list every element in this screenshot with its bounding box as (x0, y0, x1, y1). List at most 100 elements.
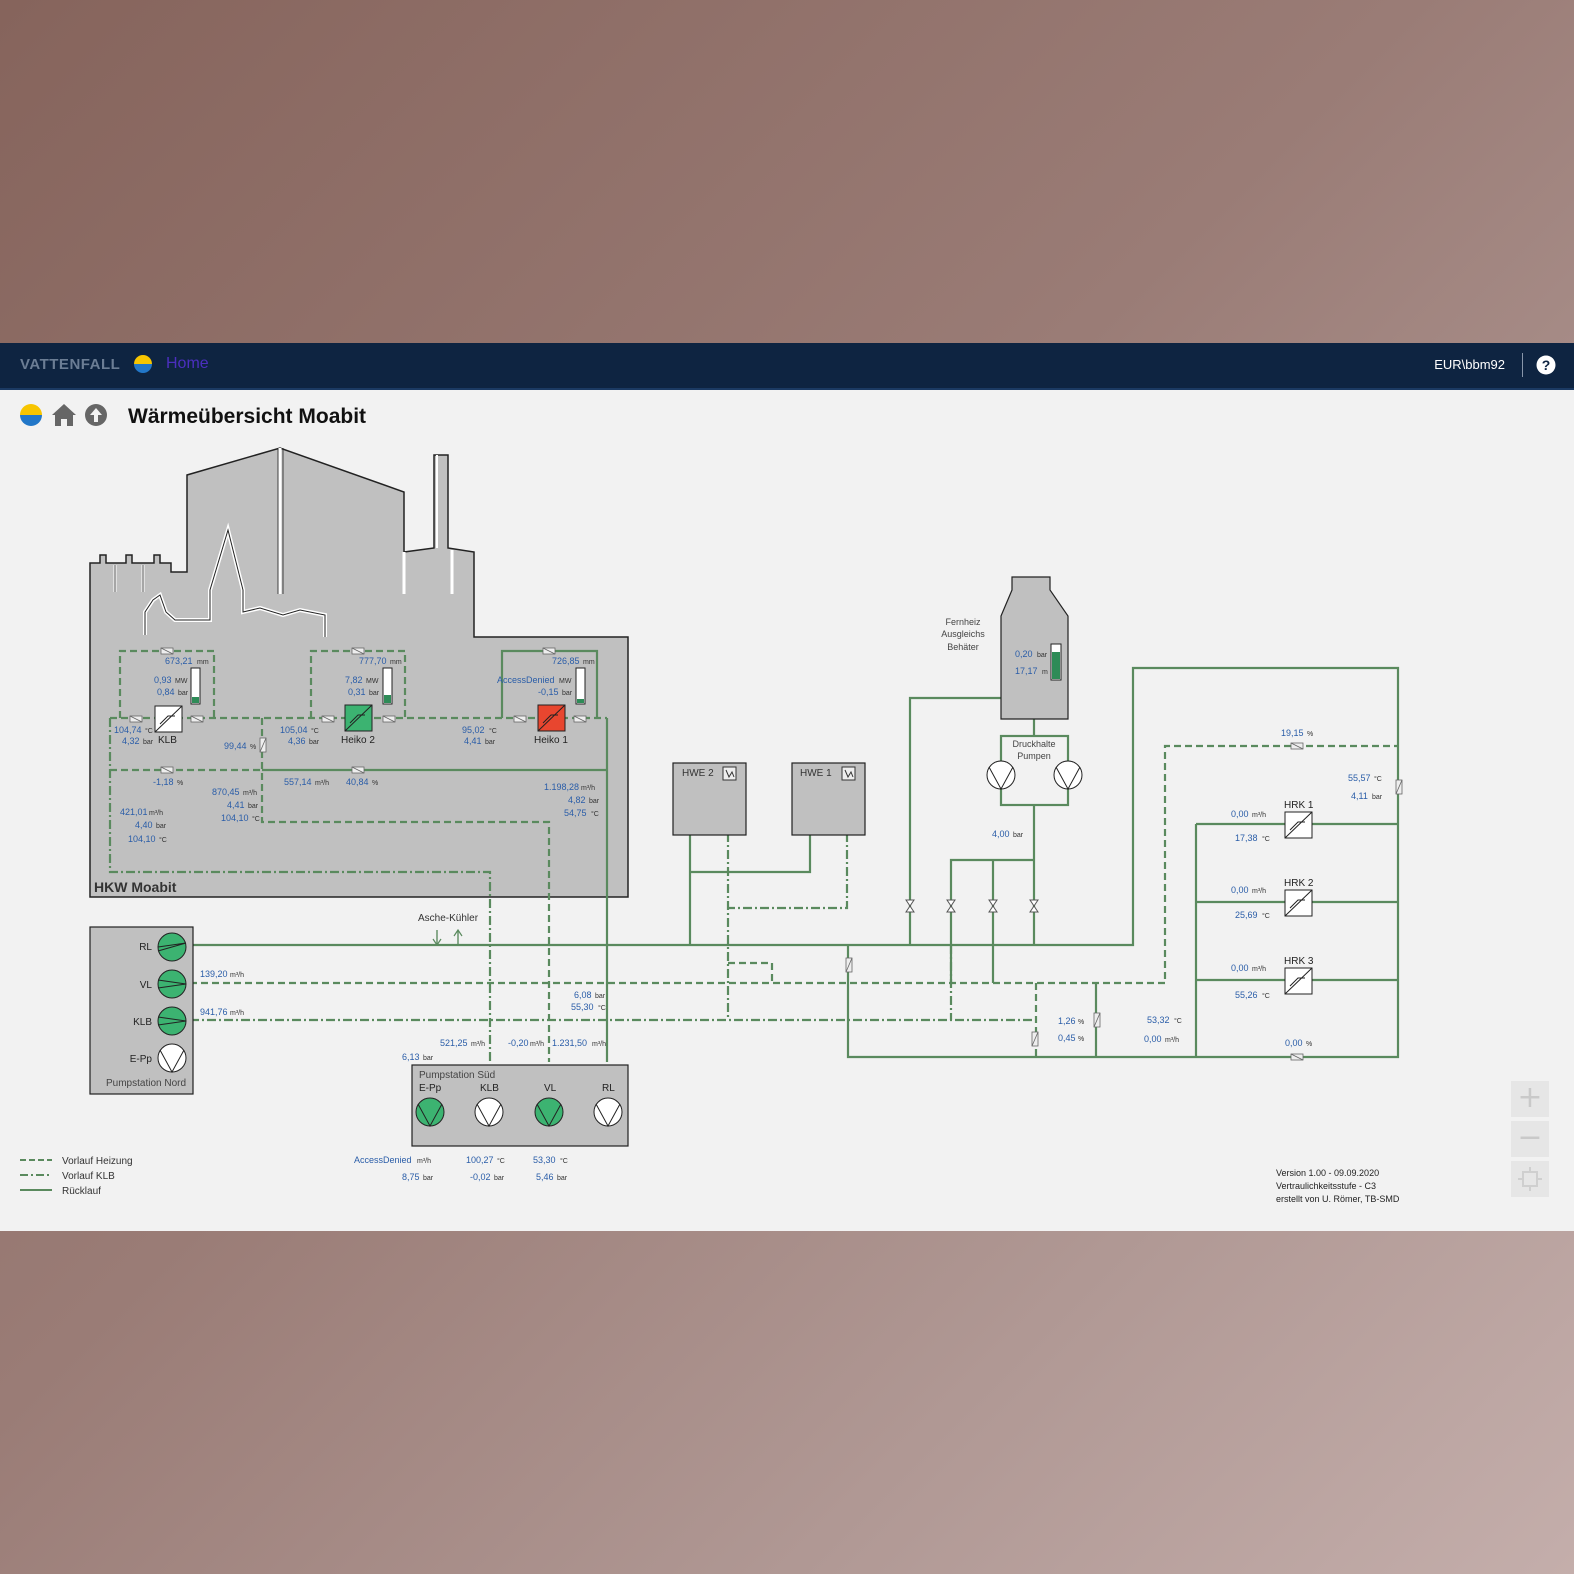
hrk-3[interactable]: HRK 3 (1284, 956, 1314, 995)
user-account-label[interactable]: EUR\bbm92 (1434, 357, 1505, 372)
svg-text:HRK 3: HRK 3 (1284, 956, 1314, 967)
svg-text:°C: °C (489, 727, 497, 735)
svg-text:-0,02: -0,02 (470, 1172, 491, 1182)
svg-text:m³/h: m³/h (1252, 888, 1266, 895)
svg-text:m³/h: m³/h (1252, 966, 1266, 973)
asche-kuehler-arrows (432, 928, 463, 947)
home-link[interactable]: Home (166, 355, 209, 373)
svg-text:bar: bar (178, 690, 189, 697)
hwe-1[interactable]: HWE 1 (791, 762, 866, 836)
svg-text:4,32: 4,32 (122, 736, 140, 746)
svg-text:m³/h: m³/h (230, 972, 244, 979)
hkw-moabit-building: HKW Moabit (89, 447, 629, 898)
svg-text:bar: bar (248, 803, 259, 810)
hrk-1[interactable]: HRK 1 (1284, 800, 1314, 839)
svg-text:Vertraulichkeitsstufe - C3: Vertraulichkeitsstufe - C3 (1276, 1181, 1376, 1191)
svg-text:4,41: 4,41 (464, 736, 482, 746)
svg-text:E-Pp: E-Pp (130, 1054, 153, 1065)
svg-text:104,10: 104,10 (128, 834, 156, 844)
svg-text:°C: °C (560, 1157, 568, 1165)
svg-text:-0,20: -0,20 (508, 1038, 529, 1048)
svg-text:1.231,50: 1.231,50 (552, 1038, 587, 1048)
svg-text:139,20: 139,20 (200, 969, 228, 979)
svg-text:mm: mm (583, 659, 595, 666)
svg-text:MW: MW (559, 678, 572, 685)
svg-text:%: % (250, 744, 256, 751)
svg-text:17,17: 17,17 (1015, 666, 1038, 676)
hrk-2[interactable]: HRK 2 (1284, 878, 1314, 917)
svg-text:1.198,28: 1.198,28 (544, 782, 579, 792)
pump-klb-sued[interactable] (474, 1097, 504, 1128)
svg-text:19,15: 19,15 (1281, 728, 1304, 738)
svg-text:4,40: 4,40 (135, 820, 153, 830)
pump-rl-nord[interactable] (157, 932, 187, 962)
svg-text:HWE 1: HWE 1 (800, 768, 832, 779)
svg-text:bar: bar (1013, 832, 1024, 839)
svg-text:40,84: 40,84 (346, 777, 369, 787)
svg-text:m³/h: m³/h (230, 1010, 244, 1017)
druckhalte-pump-2[interactable] (1053, 760, 1083, 791)
svg-text:104,74: 104,74 (114, 725, 142, 735)
svg-text:°C: °C (159, 836, 167, 844)
svg-text:4,00: 4,00 (992, 829, 1010, 839)
svg-text:941,76: 941,76 (200, 1007, 228, 1017)
svg-text:°C: °C (1374, 775, 1382, 783)
plant-name-label: HKW Moabit (94, 879, 177, 895)
svg-text:%: % (372, 780, 378, 787)
svg-text:Rücklauf: Rücklauf (62, 1186, 101, 1197)
svg-text:1,26: 1,26 (1058, 1016, 1076, 1026)
svg-text:0,00: 0,00 (1231, 885, 1249, 895)
hwe-2[interactable]: HWE 2 (672, 762, 747, 836)
svg-text:bar: bar (485, 739, 496, 746)
svg-text:-0,15: -0,15 (538, 687, 559, 697)
svg-text:HRK 1: HRK 1 (1284, 800, 1314, 811)
pump-vl-nord[interactable] (157, 969, 187, 999)
svg-text:mm: mm (197, 659, 209, 666)
svg-text:%: % (177, 780, 183, 787)
svg-text:°C: °C (145, 727, 153, 735)
fernheiz-ausgleichsbehaelter[interactable]: 0,20 bar 17,17 m (1000, 576, 1069, 720)
svg-text:55,26: 55,26 (1235, 990, 1258, 1000)
svg-text:HWE 2: HWE 2 (682, 768, 714, 779)
svg-text:bar: bar (557, 1175, 568, 1182)
svg-text:726,85: 726,85 (552, 656, 580, 666)
top-navigation-bar: VATTENFALL Home EUR\bbm92 ? (0, 343, 1574, 390)
pumpstation-sued: Pumpstation Süd E-Pp KLB VL RL (411, 1064, 629, 1147)
svg-text:HRK 2: HRK 2 (1284, 878, 1314, 889)
svg-text:bar: bar (156, 823, 167, 830)
svg-text:0,00: 0,00 (1231, 963, 1249, 973)
pump-rl-sued[interactable] (593, 1097, 623, 1128)
svg-text:4,36: 4,36 (288, 736, 306, 746)
svg-text:%: % (1307, 731, 1313, 738)
svg-text:m³/h: m³/h (471, 1041, 485, 1048)
svg-text:m³/h: m³/h (149, 810, 163, 817)
pump-epp-nord[interactable] (157, 1043, 187, 1074)
svg-text:°C: °C (1174, 1017, 1182, 1025)
druckhalte-pump-1[interactable] (986, 760, 1016, 791)
svg-text:bar: bar (309, 739, 320, 746)
svg-text:°C: °C (311, 727, 319, 735)
svg-text:0,20: 0,20 (1015, 649, 1033, 659)
pump-vl-sued[interactable] (534, 1097, 564, 1128)
svg-text:m³/h: m³/h (1252, 812, 1266, 819)
svg-text:?: ? (1542, 357, 1551, 373)
svg-text:105,04: 105,04 (280, 725, 308, 735)
pump-epp-sued[interactable] (415, 1097, 445, 1128)
svg-text:°C: °C (1262, 912, 1270, 920)
asche-kuehler-label: Asche-Kühler (418, 913, 479, 924)
svg-text:521,25: 521,25 (440, 1038, 468, 1048)
svg-text:Version 1.00 - 09.09.2020: Version 1.00 - 09.09.2020 (1276, 1168, 1379, 1178)
version-info: Version 1.00 - 09.09.2020 Vertraulichkei… (1276, 1168, 1400, 1204)
svg-text:Pumpen: Pumpen (1017, 751, 1051, 761)
svg-text:0,00: 0,00 (1285, 1038, 1303, 1048)
svg-text:4,11: 4,11 (1351, 791, 1368, 801)
svg-text:bar: bar (369, 690, 380, 697)
svg-text:MW: MW (175, 678, 188, 685)
svg-text:m: m (1042, 669, 1048, 676)
pump-klb-nord[interactable] (157, 1006, 187, 1036)
help-icon[interactable]: ? (1536, 355, 1556, 375)
svg-text:m³/h: m³/h (243, 790, 257, 797)
svg-text:54,75: 54,75 (564, 808, 587, 818)
svg-text:bar: bar (423, 1055, 434, 1062)
svg-text:bar: bar (423, 1175, 434, 1182)
